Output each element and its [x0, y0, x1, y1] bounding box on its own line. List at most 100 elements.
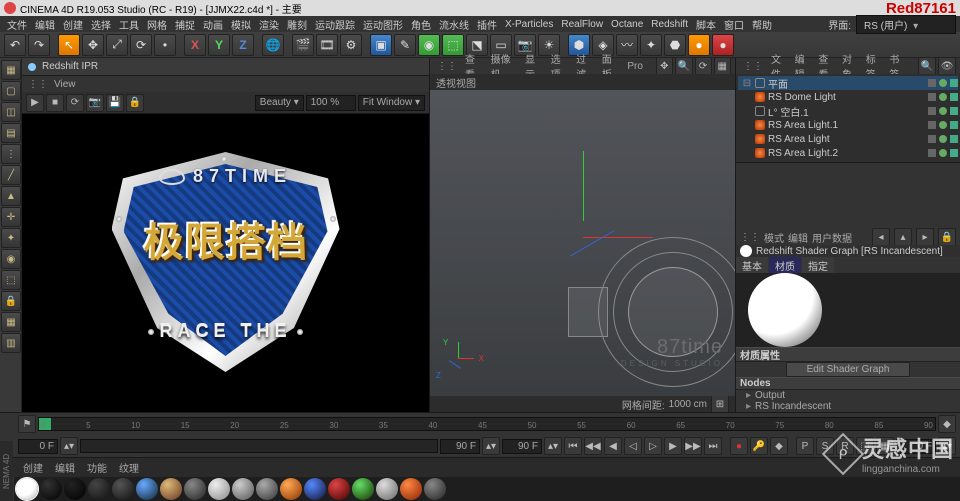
- material-ball[interactable]: [16, 478, 38, 500]
- menu-redshift[interactable]: Redshift: [648, 18, 691, 31]
- ipr-aov-select[interactable]: Beauty ▾: [255, 95, 304, 111]
- render-settings-button[interactable]: ⚙: [340, 34, 362, 56]
- mat-menu-edit[interactable]: 编辑: [50, 459, 80, 476]
- attr-tab-basic[interactable]: 基本: [736, 257, 768, 273]
- vp-nav-rotate-icon[interactable]: ⟳: [695, 57, 712, 75]
- attr-menu-mode[interactable]: 模式: [764, 230, 784, 245]
- close-icon[interactable]: [4, 2, 16, 14]
- tl-play-fwd[interactable]: ▷: [644, 437, 662, 455]
- material-ball[interactable]: [64, 478, 86, 500]
- om-row[interactable]: L° 空白.1: [738, 104, 958, 118]
- menu-mesh[interactable]: 网格: [144, 16, 170, 33]
- menu-file[interactable]: 文件: [4, 16, 30, 33]
- axis-x-toggle[interactable]: X: [184, 34, 206, 56]
- attr-nav-fwd-icon[interactable]: ▸: [916, 228, 934, 246]
- material-ball[interactable]: [304, 478, 326, 500]
- material-preview[interactable]: [736, 273, 960, 347]
- menu-motrack[interactable]: 运动跟踪: [312, 16, 358, 33]
- render-flag-icon[interactable]: [950, 121, 958, 129]
- timeline-ruler[interactable]: 051015202530354045505560657075808590: [38, 417, 936, 431]
- om-search-icon[interactable]: 🔍: [918, 57, 936, 75]
- object-manager[interactable]: ⊟ 平面 RS Dome Light L° 空白.1 RS Area Light…: [736, 74, 960, 163]
- attr-nav-back-icon[interactable]: ◂: [872, 228, 890, 246]
- menu-select[interactable]: 选择: [88, 16, 114, 33]
- rotate-tool[interactable]: ⟳: [130, 34, 152, 56]
- viewport-canvas[interactable]: Y X Z 87time DESIGN STUDIO: [430, 90, 735, 396]
- attr-tab-assign[interactable]: 指定: [802, 257, 834, 273]
- material-list[interactable]: [14, 477, 960, 501]
- undo-button[interactable]: ↶: [4, 34, 26, 56]
- ipr-lock-button[interactable]: 🔒: [126, 94, 144, 112]
- ipr-start-button[interactable]: ▶: [26, 94, 44, 112]
- model-mode[interactable]: ▢: [1, 81, 21, 101]
- om-row[interactable]: RS Dome Light: [738, 90, 958, 104]
- layout-select[interactable]: RS (用户) ▾: [856, 15, 956, 34]
- tl-keyframe-button[interactable]: ◆: [770, 437, 788, 455]
- material-ball[interactable]: [280, 478, 302, 500]
- attr-menu-userdata[interactable]: 用户数据: [812, 230, 852, 245]
- tweak-mode[interactable]: ✦: [1, 228, 21, 248]
- menu-char[interactable]: 角色: [408, 16, 434, 33]
- tl-goto-start[interactable]: ⏮: [564, 437, 582, 455]
- edit-shader-graph-button[interactable]: Edit Shader Graph: [736, 362, 960, 377]
- node-output[interactable]: ▸Output: [736, 390, 960, 401]
- tl-step-back[interactable]: ◀◀: [584, 437, 602, 455]
- menu-help[interactable]: 帮助: [749, 16, 775, 33]
- plugin-2[interactable]: ⬣: [664, 34, 686, 56]
- attr-lock-icon[interactable]: 🔒: [938, 228, 956, 246]
- tl-play-back[interactable]: ◁: [624, 437, 642, 455]
- menu-render[interactable]: 渲染: [256, 16, 282, 33]
- tl-spin2[interactable]: ▴▾: [482, 437, 500, 455]
- point-mode[interactable]: ⋮: [1, 144, 21, 164]
- visibility-flag-icon[interactable]: [939, 107, 947, 115]
- menu-pipeline[interactable]: 流水线: [436, 16, 472, 33]
- tl-filter-icon[interactable]: ⚑: [18, 415, 36, 433]
- menu-script[interactable]: 脚本: [693, 16, 719, 33]
- visibility-flag-icon[interactable]: [939, 79, 947, 87]
- locked-workplane[interactable]: ▦: [1, 312, 21, 332]
- axis-mode[interactable]: ✛: [1, 207, 21, 227]
- visibility-flag-icon[interactable]: [939, 93, 947, 101]
- menu-mograph[interactable]: 运动图形: [360, 16, 406, 33]
- vp-menu-pro[interactable]: Pro: [624, 61, 646, 72]
- attr-tab-material[interactable]: 材质: [769, 257, 801, 273]
- tl-key-pos[interactable]: P: [796, 437, 814, 455]
- render-flag-icon[interactable]: [950, 135, 958, 143]
- visibility-flag-icon[interactable]: [939, 135, 947, 143]
- node-incandescent[interactable]: ▸RS Incandescent: [736, 401, 960, 412]
- edge-mode[interactable]: ╱: [1, 165, 21, 185]
- material-ball[interactable]: [376, 478, 398, 500]
- menu-xparticles[interactable]: X-Particles: [502, 18, 556, 31]
- material-ball[interactable]: [184, 478, 206, 500]
- visibility-flag-icon[interactable]: [939, 121, 947, 129]
- snap-toggle[interactable]: ⬚: [1, 270, 21, 290]
- render-flag-icon[interactable]: [950, 149, 958, 157]
- material-ball[interactable]: [160, 478, 182, 500]
- menu-plugins[interactable]: 插件: [474, 16, 500, 33]
- attr-nav-up-icon[interactable]: ▴: [894, 228, 912, 246]
- material-manager-tab[interactable]: NEMA 4D: [0, 441, 13, 501]
- om-row[interactable]: RS Area Light.1: [738, 118, 958, 132]
- render-flag-icon[interactable]: [950, 107, 958, 115]
- ipr-snapshot-button[interactable]: 📷: [86, 94, 104, 112]
- planar-workplane[interactable]: ▥: [1, 333, 21, 353]
- om-row[interactable]: RS Area Light.2: [738, 146, 958, 160]
- redshift-ipr-button[interactable]: ●: [688, 34, 710, 56]
- menu-create[interactable]: 创建: [60, 16, 86, 33]
- mat-menu-tex[interactable]: 纹理: [114, 459, 144, 476]
- layer-flag-icon[interactable]: [928, 135, 936, 143]
- workplane-lock[interactable]: 🔒: [1, 291, 21, 311]
- tl-end2-field[interactable]: [502, 439, 542, 454]
- polygon-mode[interactable]: ▲: [1, 186, 21, 206]
- material-ball[interactable]: [256, 478, 278, 500]
- menu-edit[interactable]: 编辑: [32, 16, 58, 33]
- menu-tools[interactable]: 工具: [116, 16, 142, 33]
- ipr-tab[interactable]: Redshift IPR: [22, 58, 429, 76]
- scale-tool[interactable]: ⤢: [106, 34, 128, 56]
- material-ball[interactable]: [112, 478, 134, 500]
- menu-sculpt[interactable]: 雕刻: [284, 16, 310, 33]
- ipr-fit-select[interactable]: Fit Window ▾: [358, 95, 425, 111]
- viewport-solo[interactable]: ◉: [1, 249, 21, 269]
- section-nodes[interactable]: Nodes: [736, 377, 960, 390]
- material-ball[interactable]: [88, 478, 110, 500]
